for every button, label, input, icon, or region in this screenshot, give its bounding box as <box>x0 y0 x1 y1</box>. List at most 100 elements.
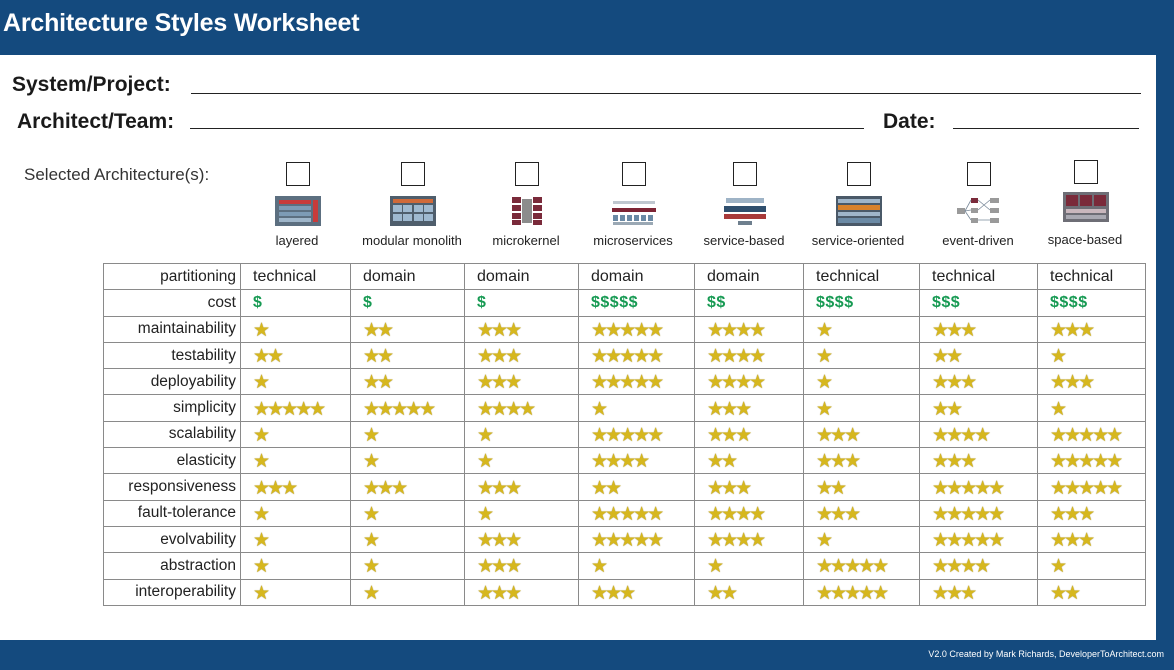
partitioning-value: domain <box>477 267 530 285</box>
star-rating-1: ★ <box>253 424 270 446</box>
partitioning-value: technical <box>816 267 880 285</box>
star-rating-1: ★ <box>816 346 833 368</box>
layered-label: layered <box>275 233 319 248</box>
star-rating-1: ★ <box>253 582 270 604</box>
system-project-field[interactable] <box>191 93 1141 94</box>
star-rating-2: ★★ <box>363 372 394 394</box>
responsiveness-row: responsiveness ★★★ ★★★ ★★★ ★★ ★★★ ★★ ★★★★★ ★★★★★ <box>103 473 1146 501</box>
star-rating-3: ★★★ <box>477 346 522 368</box>
star-rating-1: ★ <box>591 556 608 578</box>
star-rating-1: ★ <box>253 503 270 525</box>
star-rating-cell: ★★★★★ <box>578 368 695 396</box>
right-border <box>1156 55 1174 640</box>
star-rating-1: ★ <box>816 530 833 552</box>
star-rating-cell: ★ <box>240 499 351 527</box>
star-rating-cell: ★ <box>350 552 465 580</box>
star-rating-3: ★★★ <box>1050 319 1095 341</box>
interoperability-row: interoperability ★ ★ ★★★ ★★★ ★★ ★★★★★ ★★★ ★★ <box>103 578 1146 606</box>
star-rating-cell: ★ <box>350 447 465 475</box>
microkernel-checkbox[interactable] <box>515 162 539 186</box>
star-rating-1: ★ <box>363 556 380 578</box>
modular-monolith-checkbox[interactable] <box>401 162 425 186</box>
star-rating-cell: ★★ <box>694 578 804 606</box>
star-rating-2: ★★ <box>707 582 738 604</box>
star-rating-3: ★★★ <box>932 319 977 341</box>
selected-architectures-label: Selected Architecture(s): <box>24 165 210 184</box>
star-rating-1: ★ <box>1050 556 1067 578</box>
microservices-checkbox[interactable] <box>622 162 646 186</box>
cost-row: cost $ $ $ $$$$$ $$ $$$$ $$$ $$$$ <box>103 289 1146 317</box>
star-rating-cell: ★★★ <box>803 499 920 527</box>
evolvability-label: evolvability <box>103 525 241 554</box>
cost-value-cell: $ <box>464 289 579 317</box>
star-rating-3: ★★★ <box>477 556 522 578</box>
footer-credit: V2.0 Created by Mark Richards, Developer… <box>928 649 1164 659</box>
service-based-checkbox[interactable] <box>733 162 757 186</box>
star-rating-2: ★★ <box>591 477 622 499</box>
layered-checkbox[interactable] <box>286 162 310 186</box>
star-rating-3: ★★★ <box>816 451 861 473</box>
star-rating-4: ★★★★ <box>707 503 766 525</box>
star-rating-cell: ★★★ <box>694 473 804 501</box>
cost-value: $ <box>253 293 263 311</box>
star-rating-3: ★★★ <box>1050 503 1095 525</box>
modular-monolith-diagram-icon <box>390 196 436 226</box>
architect-team-field[interactable] <box>190 128 864 129</box>
star-rating-1: ★ <box>363 451 380 473</box>
service-oriented-checkbox[interactable] <box>847 162 871 186</box>
star-rating-3: ★★★ <box>816 503 861 525</box>
star-rating-3: ★★★ <box>363 477 408 499</box>
star-rating-2: ★★ <box>932 398 963 420</box>
evolvability-row: evolvability ★ ★ ★★★ ★★★★★ ★★★★ ★ ★★★★★ ★★★ <box>103 525 1146 554</box>
star-rating-cell: ★★★★ <box>694 525 804 554</box>
ratings-table: partitioning technical domain domain domain d… <box>103 262 1146 606</box>
star-rating-1: ★ <box>363 582 380 604</box>
star-rating-3: ★★★ <box>591 582 636 604</box>
service-based-diagram-icon <box>724 198 766 225</box>
star-rating-cell: ★★★★★ <box>578 315 695 343</box>
partitioning-value-cell: domain <box>350 262 465 291</box>
cost-value-cell: $$$$ <box>1037 289 1146 317</box>
star-rating-cell: ★★★★★ <box>578 341 695 370</box>
star-rating-cell: ★★★ <box>803 420 920 449</box>
star-rating-1: ★ <box>253 319 270 341</box>
star-rating-2: ★★ <box>707 451 738 473</box>
star-rating-cell: ★★★ <box>919 368 1038 396</box>
maintainability-row: maintainability ★ ★★ ★★★ ★★★★★ ★★★★ ★ ★★★ ★★★ <box>103 315 1146 343</box>
star-rating-cell: ★★★ <box>464 473 579 501</box>
space-based-checkbox[interactable] <box>1074 160 1098 184</box>
star-rating-cell: ★ <box>803 341 920 370</box>
star-rating-1: ★ <box>707 556 724 578</box>
star-rating-5: ★★★★★ <box>591 319 664 341</box>
cost-value-cell: $ <box>240 289 351 317</box>
star-rating-cell: ★★★ <box>350 473 465 501</box>
header-bar: Architecture Styles Worksheet <box>0 0 1174 55</box>
service-oriented-label: service-oriented <box>811 233 905 248</box>
star-rating-1: ★ <box>363 530 380 552</box>
deployability-row: deployability ★ ★★ ★★★ ★★★★★ ★★★★ ★ ★★★ ★★★ <box>103 368 1146 396</box>
star-rating-cell: ★★★★ <box>919 420 1038 449</box>
star-rating-4: ★★★★ <box>707 530 766 552</box>
star-rating-cell: ★ <box>803 368 920 396</box>
partitioning-value-cell: technical <box>803 262 920 291</box>
cost-value: $$$ <box>932 293 961 311</box>
scalability-row: scalability ★ ★ ★ ★★★★★ ★★★ ★★★ ★★★★ ★★★★★ <box>103 420 1146 449</box>
date-field[interactable] <box>953 128 1139 129</box>
star-rating-cell: ★★ <box>803 473 920 501</box>
abstraction-label: abstraction <box>103 552 241 580</box>
star-rating-5: ★★★★★ <box>253 398 326 420</box>
star-rating-cell: ★★★ <box>694 420 804 449</box>
star-rating-cell: ★★★★★ <box>1037 447 1146 475</box>
star-rating-5: ★★★★★ <box>932 503 1005 525</box>
star-rating-cell: ★ <box>803 315 920 343</box>
star-rating-cell: ★★ <box>919 341 1038 370</box>
star-rating-cell: ★ <box>240 420 351 449</box>
elasticity-label: elasticity <box>103 447 241 475</box>
star-rating-cell: ★ <box>350 420 465 449</box>
event-driven-checkbox[interactable] <box>967 162 991 186</box>
star-rating-1: ★ <box>477 503 494 525</box>
partitioning-value-cell: domain <box>694 262 804 291</box>
cost-value: $$$$ <box>816 293 854 311</box>
star-rating-1: ★ <box>591 398 608 420</box>
star-rating-1: ★ <box>363 503 380 525</box>
